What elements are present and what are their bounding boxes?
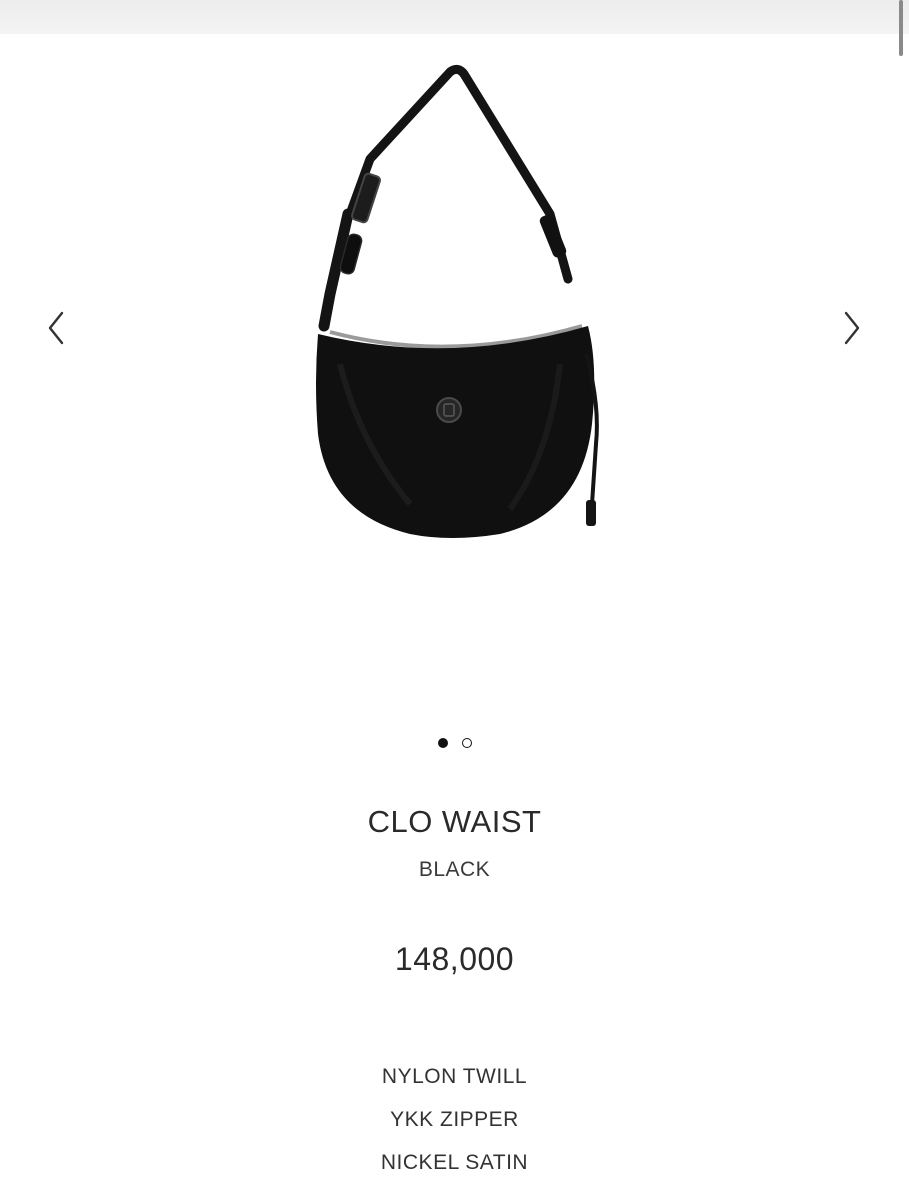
carousel-dot-2[interactable] <box>461 738 472 748</box>
chevron-left-icon <box>48 311 64 345</box>
carousel-next-button[interactable] <box>832 308 872 348</box>
product-color: BLACK <box>418 858 491 881</box>
material-item: YKK ZIPPER <box>390 1108 519 1131</box>
product-image <box>316 64 599 538</box>
carousel-pagination <box>0 738 909 748</box>
material-item: NICKEL SATIN <box>380 1151 529 1174</box>
product-materials-list: NYLON TWILL YKK ZIPPER NICKEL SATIN <box>0 1055 909 1184</box>
product-price: 148,000 <box>394 941 515 977</box>
product-title: CLO WAIST <box>367 804 542 839</box>
carousel-prev-button[interactable] <box>36 308 76 348</box>
carousel-dot-1[interactable] <box>437 738 448 748</box>
browser-top-bar <box>0 0 909 34</box>
product-image-carousel <box>0 34 909 714</box>
chevron-right-icon <box>844 311 860 345</box>
material-item: NYLON TWILL <box>381 1065 528 1088</box>
